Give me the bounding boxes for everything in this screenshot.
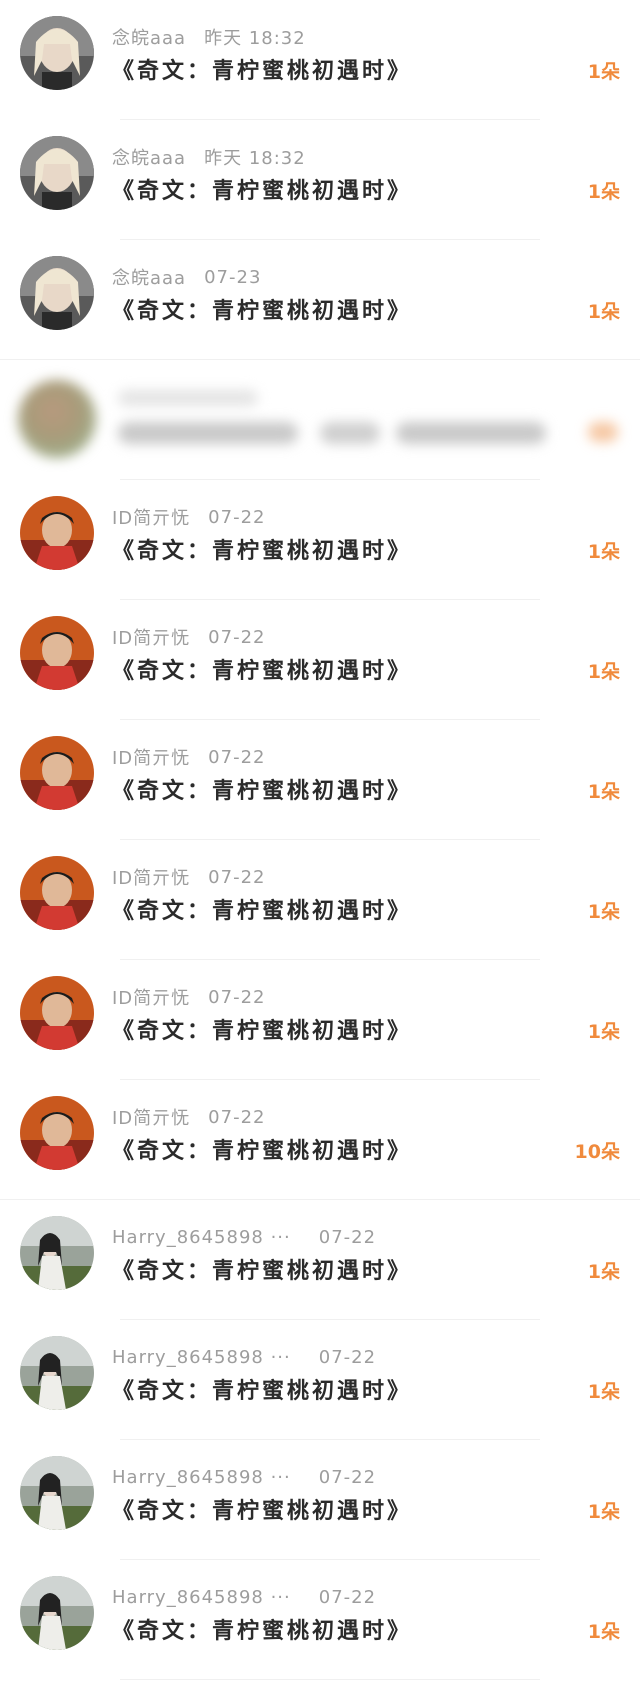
flower-count: 1朵 — [587, 301, 620, 323]
flower-count: 1朵 — [587, 1261, 620, 1283]
flower-count: 1朵 — [587, 1621, 620, 1643]
username[interactable]: Harry_8645898 ··· — [112, 1347, 291, 1368]
book-title[interactable]: 《奇文：青柠蜜桃初遇时》 — [112, 1256, 412, 1288]
username[interactable]: ID简亓怃 — [112, 744, 190, 770]
flower-count: 1朵 — [587, 1021, 620, 1043]
book-title[interactable]: 《奇文：青柠蜜桃初遇时》 — [112, 1136, 412, 1168]
flower-count: 1朵 — [587, 181, 620, 203]
list-item[interactable]: Harry_8645898 ··· 07-22 《奇文：青柠蜜桃初遇时》 1朵 — [0, 1200, 640, 1320]
flower-count: 1朵 — [587, 661, 620, 683]
list-item[interactable]: ID简亓怃 07-22 《奇文：青柠蜜桃初遇时》 1朵 — [0, 840, 640, 960]
flower-count: 1朵 — [587, 901, 620, 923]
book-title[interactable]: 《奇文：青柠蜜桃初遇时》 — [112, 536, 412, 568]
username[interactable]: Harry_8645898 ··· — [112, 1227, 291, 1248]
username[interactable]: ID简亓怃 — [112, 864, 190, 890]
timestamp: 07-22 — [318, 1586, 377, 1608]
avatar[interactable] — [20, 616, 94, 690]
book-title[interactable]: 《奇文：青柠蜜桃初遇时》 — [112, 296, 412, 328]
flower-count: 1朵 — [587, 61, 620, 83]
list-item[interactable]: ID简亓怃 07-22 《奇文：青柠蜜桃初遇时》 1朵 — [0, 600, 640, 720]
list-item[interactable]: ID简亓怃 07-22 《奇文：青柠蜜桃初遇时》 1朵 — [0, 720, 640, 840]
avatar[interactable] — [20, 856, 94, 930]
book-title[interactable]: 《奇文：青柠蜜桃初遇时》 — [112, 656, 412, 688]
book-title[interactable]: 《奇文：青柠蜜桃初遇时》 — [112, 776, 412, 808]
timestamp: 07-22 — [208, 866, 266, 888]
list-item[interactable]: ID简亓怃 07-22 《奇文：青柠蜜桃初遇时》 1朵 — [0, 480, 640, 600]
list-item[interactable]: 念皖aaa 07-23 《奇文：青柠蜜桃初遇时》 1朵 — [0, 240, 640, 360]
book-title[interactable]: 《奇文：青柠蜜桃初遇时》 — [112, 56, 412, 88]
avatar[interactable] — [20, 256, 94, 330]
blurred-content — [0, 360, 640, 480]
avatar[interactable] — [20, 1576, 94, 1650]
username[interactable]: 念皖aaa — [112, 24, 186, 50]
timestamp: 07-22 — [318, 1226, 377, 1248]
book-title[interactable]: 《奇文：青柠蜜桃初遇时》 — [112, 896, 412, 928]
avatar[interactable] — [20, 1336, 94, 1410]
divider — [120, 1679, 540, 1680]
avatar[interactable] — [20, 496, 94, 570]
username[interactable]: ID简亓怃 — [112, 504, 190, 530]
list-item[interactable]: 念皖aaa 昨天 18:32 《奇文：青柠蜜桃初遇时》 1朵 — [0, 120, 640, 240]
avatar[interactable] — [20, 1096, 94, 1170]
flower-count: 1朵 — [587, 541, 620, 563]
username[interactable]: 念皖aaa — [112, 264, 186, 290]
timestamp: 07-22 — [208, 1106, 266, 1128]
timestamp: 07-22 — [208, 626, 266, 648]
flower-count: 1朵 — [587, 1501, 620, 1523]
avatar[interactable] — [20, 1456, 94, 1530]
list-item[interactable]: Harry_8645898 ··· 07-22 《奇文：青柠蜜桃初遇时》 1朵 — [0, 1560, 640, 1680]
book-title[interactable]: 《奇文：青柠蜜桃初遇时》 — [112, 1496, 412, 1528]
avatar[interactable] — [20, 736, 94, 810]
flower-count: 1朵 — [587, 781, 620, 803]
username[interactable]: ID简亓怃 — [112, 624, 190, 650]
timestamp: 07-22 — [208, 986, 266, 1008]
timestamp: 07-22 — [208, 506, 266, 528]
list-item[interactable]: Harry_8645898 ··· 07-22 《奇文：青柠蜜桃初遇时》 1朵 — [0, 1440, 640, 1560]
avatar[interactable] — [20, 16, 94, 90]
timestamp: 07-22 — [318, 1466, 377, 1488]
book-title[interactable]: 《奇文：青柠蜜桃初遇时》 — [112, 1616, 412, 1648]
book-title[interactable]: 《奇文：青柠蜜桃初遇时》 — [112, 1376, 412, 1408]
flower-count: 10朵 — [574, 1141, 620, 1163]
book-title[interactable]: 《奇文：青柠蜜桃初遇时》 — [112, 176, 412, 208]
flower-count: 1朵 — [587, 1381, 620, 1403]
username[interactable]: ID简亓怃 — [112, 984, 190, 1010]
gift-record-list: 念皖aaa 昨天 18:32 《奇文：青柠蜜桃初遇时》 1朵 念皖aaa 昨天 18… — [0, 0, 640, 1680]
username[interactable]: ID简亓怃 — [112, 1104, 190, 1130]
avatar[interactable] — [20, 976, 94, 1050]
username[interactable]: 念皖aaa — [112, 144, 186, 170]
timestamp: 07-23 — [204, 266, 262, 288]
blurred-list-item — [0, 360, 640, 480]
list-item[interactable]: 念皖aaa 昨天 18:32 《奇文：青柠蜜桃初遇时》 1朵 — [0, 0, 640, 120]
list-item[interactable]: ID简亓怃 07-22 《奇文：青柠蜜桃初遇时》 1朵 — [0, 960, 640, 1080]
list-item[interactable]: ID简亓怃 07-22 《奇文：青柠蜜桃初遇时》 10朵 — [0, 1080, 640, 1200]
username[interactable]: Harry_8645898 ··· — [112, 1467, 291, 1488]
username[interactable]: Harry_8645898 ··· — [112, 1587, 291, 1608]
timestamp: 07-22 — [208, 746, 266, 768]
list-item[interactable]: Harry_8645898 ··· 07-22 《奇文：青柠蜜桃初遇时》 1朵 — [0, 1320, 640, 1440]
timestamp: 07-22 — [318, 1346, 377, 1368]
timestamp: 昨天 18:32 — [204, 148, 306, 169]
book-title[interactable]: 《奇文：青柠蜜桃初遇时》 — [112, 1016, 412, 1048]
avatar[interactable] — [20, 1216, 94, 1290]
timestamp: 昨天 18:32 — [204, 28, 306, 49]
avatar[interactable] — [20, 136, 94, 210]
